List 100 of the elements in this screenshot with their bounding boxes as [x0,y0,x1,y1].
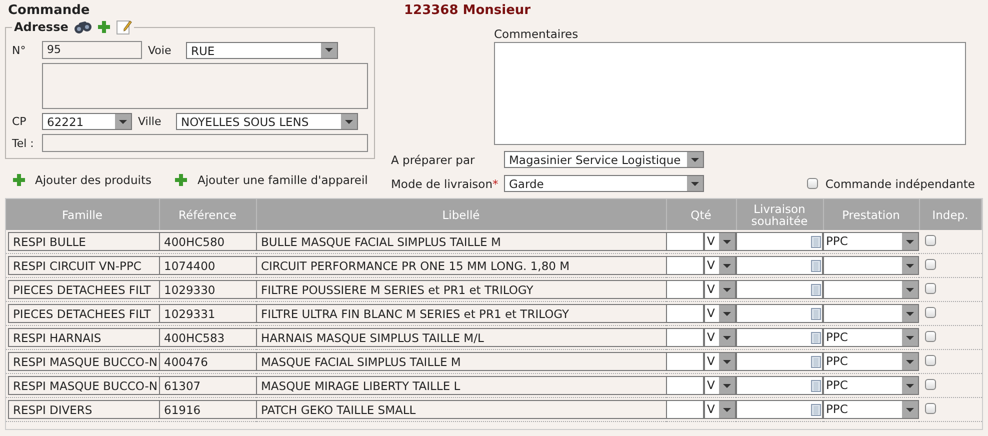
family-cell: RESPI MASQUE BUCCO-N [8,376,160,395]
quantity-field[interactable] [666,352,704,371]
quantity-field[interactable] [666,280,704,299]
unit-dropdown[interactable]: V [704,304,736,323]
date-field[interactable] [736,232,823,251]
calendar-icon[interactable] [811,235,821,248]
address-legend: Adresse [14,20,68,34]
label-cell: CIRCUIT PERFORMANCE PR ONE 15 MM LONG. 1,80 M [256,256,667,275]
caret-icon [902,305,918,322]
date-field[interactable] [736,304,823,323]
calendar-icon[interactable] [811,331,821,344]
independent-checkbox[interactable] [807,178,818,189]
calendar-icon[interactable] [811,403,821,416]
independent-label: Commande indépendante [825,176,975,190]
add-link[interactable]: Ajouter une famille d'appareil [175,173,368,187]
address-field[interactable] [42,63,368,109]
delivery-dropdown[interactable]: Garde [504,175,704,192]
unit-dropdown[interactable]: V [704,376,736,395]
caret-icon [902,233,918,250]
unit-dropdown[interactable]: V [704,328,736,347]
independent-checkbox[interactable] [925,258,936,270]
caret-icon [719,233,735,250]
column-header: Livraison souhaitée [736,199,823,230]
label-cell: FILTRE POUSSIERE M SERIES et PR1 et TRILOGY [256,280,667,299]
quantity-field[interactable] [666,232,704,251]
caret-icon [719,377,735,394]
service-dropdown[interactable]: PPC [823,352,919,371]
add-link[interactable]: Ajouter des produits [13,173,152,187]
caret-icon [902,377,918,394]
quantity-field[interactable] [666,400,704,419]
calendar-icon[interactable] [811,355,821,368]
calendar-icon[interactable] [811,379,821,392]
date-field[interactable] [736,376,823,395]
independent-checkbox[interactable] [925,354,936,366]
reference-cell: 400HC580 [159,232,257,251]
quantity-field[interactable] [666,376,704,395]
service-dropdown[interactable]: PPC [823,328,919,347]
street-type-label: Voie [147,44,172,56]
family-cell: PIECES DETACHEES FILT [8,280,160,299]
city-dropdown[interactable]: NOYELLES SOUS LENS [176,113,358,130]
calendar-icon[interactable] [811,283,821,296]
delivery-label: Mode de livraison* [391,176,500,190]
order-title: 123368 Monsieur [403,3,532,19]
add-icon [175,174,188,186]
unit-dropdown[interactable]: V [704,256,736,275]
unit-dropdown[interactable]: V [704,352,736,371]
independent-checkbox[interactable] [925,306,936,318]
quantity-field[interactable] [666,328,704,347]
independent-checkbox[interactable] [925,402,936,414]
service-dropdown[interactable]: PPC [823,376,919,395]
comments-field[interactable] [494,42,966,145]
independent-checkbox[interactable] [925,330,936,342]
number-field[interactable]: 95 [42,41,142,59]
date-field[interactable] [736,280,823,299]
street-type-dropdown[interactable]: RUE [186,42,338,58]
quantity-field[interactable] [666,256,704,275]
date-field[interactable] [736,256,823,275]
date-field[interactable] [736,328,823,347]
column-header: Prestation [823,199,919,230]
edit-icon[interactable] [116,19,132,35]
date-field[interactable] [736,400,823,419]
quantity-field[interactable] [666,304,704,323]
label-cell: MASQUE FACIAL SIMPLUS TAILLE M [256,352,667,371]
independent-checkbox[interactable] [925,234,936,246]
unit-dropdown[interactable]: V [704,280,736,299]
independent-checkbox[interactable] [925,378,936,390]
phone-field[interactable] [42,134,368,152]
caret-icon [341,114,357,129]
family-cell: RESPI HARNAIS [8,328,160,347]
reference-cell: 1074400 [159,256,257,275]
page-title: Commande [7,3,91,19]
prepare-label: A préparer par [391,152,476,166]
calendar-icon[interactable] [811,259,821,272]
date-field[interactable] [736,352,823,371]
independent-checkbox[interactable] [925,282,936,294]
service-dropdown[interactable] [823,304,919,323]
caret-icon [902,353,918,370]
caret-icon [115,114,131,129]
service-dropdown[interactable]: PPC [823,400,919,419]
unit-dropdown[interactable]: V [704,400,736,419]
caret-icon [902,401,918,418]
service-dropdown[interactable] [823,256,919,275]
caret-icon [719,329,735,346]
reference-cell: 400HC583 [159,328,257,347]
label-cell: MASQUE MIRAGE LIBERTY TAILLE L [256,376,667,395]
preparer-dropdown[interactable]: Magasinier Service Logistique [504,151,704,168]
calendar-icon[interactable] [811,307,821,320]
column-header: Indep. [919,199,982,230]
comments-label: Commentaires [494,27,580,41]
binoculars-icon[interactable] [74,20,92,34]
label-cell: PATCH GEKO TAILLE SMALL [256,400,667,419]
unit-dropdown[interactable]: V [704,232,736,251]
postcode-dropdown[interactable]: 62221 [42,113,132,130]
add-icon [13,174,25,186]
service-dropdown[interactable]: PPC [823,232,919,251]
service-dropdown[interactable] [823,280,919,299]
add-icon[interactable] [98,21,110,33]
postcode-label: CP [12,115,28,128]
column-header: Libellé [256,199,666,230]
city-label: Ville [137,115,162,128]
